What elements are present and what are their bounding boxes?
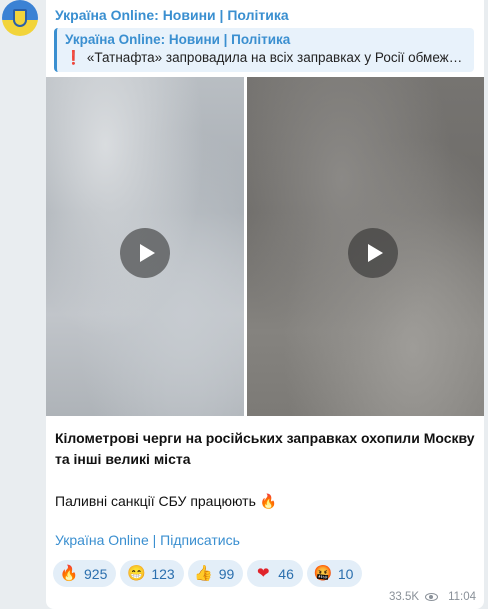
channel-name[interactable]: Україна Online: Новини | Політика [55,7,289,23]
video-thumbnail-2[interactable] [247,77,484,416]
trident-crest-icon [13,9,27,27]
reply-title: Україна Online: Новини | Політика [65,32,291,47]
reaction-count: 123 [151,565,175,582]
reaction-angry[interactable]: 🤬 10 [306,560,363,587]
reaction-thumbs-up[interactable]: 👍 99 [187,560,244,587]
view-count: 33.5K [389,591,420,603]
reaction-heart[interactable]: ❤ 46 [247,560,303,587]
reaction-count: 925 [84,565,108,582]
grin-icon: 😁 [127,564,146,582]
thumbs-up-icon: 👍 [194,564,214,582]
channel-avatar[interactable] [2,0,38,36]
reactions-bar: 🔥 925 😁 123 👍 99 ❤ 46 🤬 10 [53,560,363,587]
reply-text: «Татнафта» запровадила на всіх заправках… [86,50,463,65]
reply-text-line: ❗ «Татнафта» запровадила на всіх заправка… [65,50,474,66]
message-paragraph-2: Паливні санкції СБУ працюють 🔥 [55,493,278,509]
message-paragraph-1: Кілометрові черги на російських заправка… [55,430,475,467]
fire-icon: 🔥 [59,564,79,582]
video-thumbnail-1[interactable] [46,77,244,416]
play-icon[interactable] [348,228,398,278]
message-meta: 33.5K 11:04 [389,591,476,603]
eye-icon [425,593,439,601]
subscribe-link[interactable]: Україна Online | Підписатись [55,532,240,548]
media-grid [46,77,484,416]
angry-face-icon: 🤬 [313,564,333,582]
message-text: Кілометрові черги на російських заправка… [55,428,477,512]
message-bubble: Україна Online: Новини | Політика Україн… [46,0,484,609]
exclamation-icon: ❗ [65,50,82,65]
reaction-count: 46 [278,565,294,582]
message-time: 11:04 [448,591,476,603]
reaction-count: 99 [218,565,235,582]
reaction-fire[interactable]: 🔥 925 [53,560,117,587]
play-icon[interactable] [120,228,170,278]
reaction-grin[interactable]: 😁 123 [120,560,184,587]
heart-icon: ❤ [257,564,270,582]
reaction-count: 10 [337,565,354,582]
reply-preview[interactable]: Україна Online: Новини | Політика ❗ «Татн… [54,28,474,72]
